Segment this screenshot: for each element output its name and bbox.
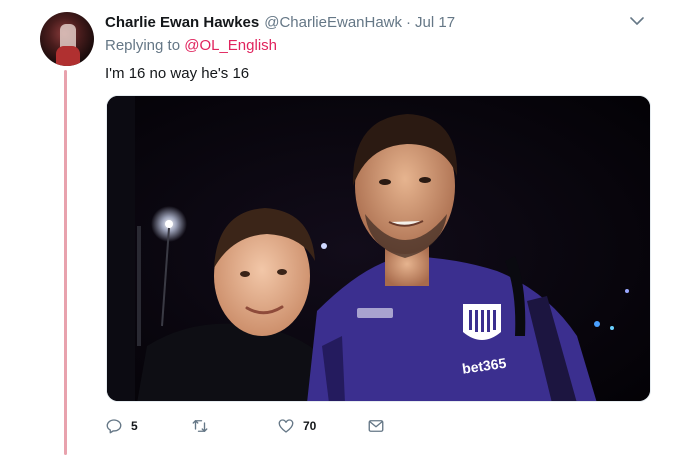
avatar-figure-body	[56, 46, 80, 66]
tweet[interactable]: Charlie Ewan Hawkes @CharlieEwanHawk · J…	[0, 0, 690, 455]
author-handle[interactable]: @CharlieEwanHawk	[264, 14, 402, 31]
tweet-text: I'm 16 no way he's 16	[105, 65, 250, 82]
heart-icon	[278, 419, 294, 433]
like-count: 70	[303, 419, 317, 433]
replying-to: Replying to @OL_English	[105, 37, 277, 54]
like-button[interactable]: 70	[277, 415, 316, 437]
envelope-icon	[368, 420, 384, 432]
replying-prefix: Replying to	[105, 37, 181, 54]
direct-message-button[interactable]	[367, 415, 385, 437]
photo-illustration: bet365	[107, 96, 650, 401]
tweet-header: Charlie Ewan Hawkes @CharlieEwanHawk · J…	[105, 12, 455, 32]
retweet-button[interactable]	[191, 415, 217, 437]
tweet-actions: 5 70	[105, 415, 405, 437]
reply-icon	[106, 419, 122, 434]
reply-button[interactable]: 5	[105, 415, 138, 437]
thread-line	[64, 70, 67, 455]
avatar[interactable]	[40, 12, 94, 66]
author-name[interactable]: Charlie Ewan Hawkes	[105, 14, 259, 31]
reply-count: 5	[131, 419, 138, 433]
tweet-photo[interactable]: bet365	[106, 95, 651, 402]
header-separator: ·	[406, 13, 412, 31]
replying-to-mention[interactable]: @OL_English	[184, 37, 277, 54]
tweet-timestamp[interactable]: Jul 17	[415, 14, 455, 31]
retweet-icon	[192, 420, 208, 432]
chevron-down-icon[interactable]	[628, 14, 646, 28]
